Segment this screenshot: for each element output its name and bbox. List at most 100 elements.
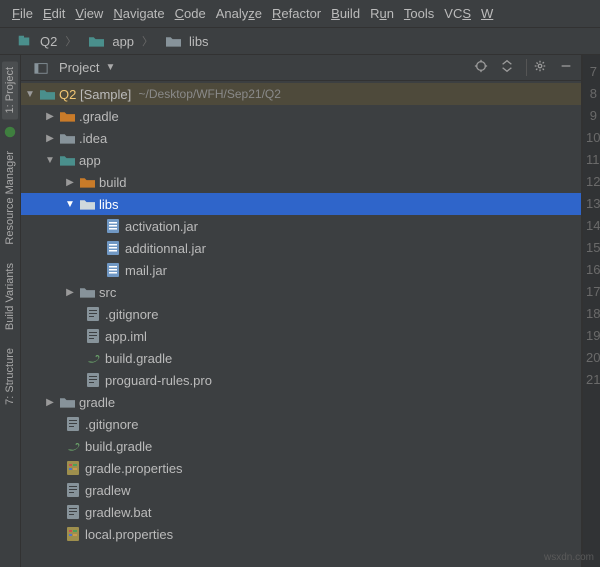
file-icon [85, 372, 101, 388]
gradle-icon [85, 350, 101, 366]
jar-icon [105, 262, 121, 278]
tree-build-gradle[interactable]: build.gradle [21, 347, 581, 369]
tree-local-properties[interactable]: local.properties [21, 523, 581, 545]
collapse-icon[interactable] [500, 59, 514, 76]
tree-item-label: .gitignore [85, 417, 138, 432]
menu-tools[interactable]: Tools [400, 4, 438, 23]
chevron-right-icon[interactable]: ▶ [65, 287, 75, 298]
breadcrumb-app[interactable]: app [80, 31, 138, 51]
rail-resource-manager[interactable]: Resource Manager [2, 145, 18, 251]
breadcrumb-root[interactable]: Q2 [8, 31, 61, 51]
tree-item-label: activation.jar [125, 219, 198, 234]
breadcrumb-sep-icon: 〉 [65, 33, 76, 49]
chevron-down-icon[interactable]: ▼ [105, 62, 115, 73]
chevron-down-icon[interactable]: ▼ [45, 155, 55, 166]
file-icon [85, 328, 101, 344]
chevron-right-icon[interactable]: ▶ [45, 111, 55, 122]
menu-window[interactable]: W [477, 4, 497, 23]
tree-root-gitignore[interactable]: .gitignore [21, 413, 581, 435]
folder-icon [88, 33, 104, 49]
tree-item-label: app [79, 153, 101, 168]
jar-icon [105, 218, 121, 234]
watermark: wsxdn.com [544, 552, 594, 563]
line-number: 13 [586, 193, 597, 215]
tree-item-label: .gitignore [105, 307, 158, 322]
tree-gitignore[interactable]: .gitignore [21, 303, 581, 325]
tree-gradlew-bat[interactable]: gradlew.bat [21, 501, 581, 523]
tree-libs[interactable]: ▼ libs [21, 193, 581, 215]
folder-icon [59, 394, 75, 410]
minimize-icon[interactable] [559, 59, 573, 76]
folder-icon [79, 174, 95, 190]
file-icon [65, 416, 81, 432]
module-icon [16, 33, 32, 49]
chevron-down-icon[interactable]: ▼ [25, 89, 35, 100]
tree-gradle-folder[interactable]: ▶ gradle [21, 391, 581, 413]
line-number: 17 [586, 281, 597, 303]
tree-root-build-gradle[interactable]: build.gradle [21, 435, 581, 457]
menu-build[interactable]: Build [327, 4, 364, 23]
folder-icon [59, 152, 75, 168]
chevron-right-icon[interactable]: ▶ [65, 177, 75, 188]
tree-mail-jar[interactable]: mail.jar [21, 259, 581, 281]
tree-proguard[interactable]: proguard-rules.pro [21, 369, 581, 391]
tree-item-label: build [99, 175, 126, 190]
menu-edit[interactable]: Edit [39, 4, 69, 23]
menu-run[interactable]: Run [366, 4, 398, 23]
gear-icon[interactable] [526, 59, 547, 76]
breadcrumb-root-label: Q2 [40, 34, 57, 49]
menu-navigate[interactable]: Navigate [109, 4, 168, 23]
tree-item-label: proguard-rules.pro [105, 373, 212, 388]
chevron-right-icon[interactable]: ▶ [45, 397, 55, 408]
tree-root-module: [Sample] [80, 87, 131, 102]
menu-analyze[interactable]: Analyze [212, 4, 266, 23]
tree-gradlew[interactable]: gradlew [21, 479, 581, 501]
tree-item-label: build.gradle [85, 439, 152, 454]
tree-item-label: mail.jar [125, 263, 167, 278]
rail-structure[interactable]: 7: Structure [2, 342, 18, 411]
line-number: 16 [586, 259, 597, 281]
tree-item-label: .idea [79, 131, 107, 146]
menu-vcs[interactable]: VCS [440, 4, 475, 23]
breadcrumb: Q2 〉 app 〉 libs [0, 28, 600, 55]
tree-build[interactable]: ▶ build [21, 171, 581, 193]
target-icon[interactable] [474, 59, 488, 76]
line-number: 19 [586, 325, 597, 347]
line-number: 15 [586, 237, 597, 259]
folder-icon [79, 196, 95, 212]
file-icon [65, 482, 81, 498]
rail-project[interactable]: 1: Project [2, 61, 18, 119]
line-number: 12 [586, 171, 597, 193]
menu-code[interactable]: Code [171, 4, 210, 23]
tree-gradle-properties[interactable]: gradle.properties [21, 457, 581, 479]
menu-file[interactable]: FFileile [8, 4, 37, 23]
tree-item-label: .gradle [79, 109, 119, 124]
menu-view[interactable]: View [71, 4, 107, 23]
line-number: 11 [586, 149, 597, 171]
breadcrumb-app-label: app [112, 34, 134, 49]
tree-src[interactable]: ▶ src [21, 281, 581, 303]
tree-idea-dir[interactable]: ▶ .idea [21, 127, 581, 149]
tree-app[interactable]: ▼ app [21, 149, 581, 171]
breadcrumb-libs-label: libs [189, 34, 209, 49]
tree-item-label: gradlew [85, 483, 131, 498]
file-icon [85, 306, 101, 322]
line-number: 18 [586, 303, 597, 325]
menu-refactor[interactable]: Refactor [268, 4, 325, 23]
panel-title[interactable]: Project [59, 60, 99, 75]
tree-root-name: Q2 [59, 87, 76, 102]
tree-app-iml[interactable]: app.iml [21, 325, 581, 347]
tree-additionnal-jar[interactable]: additionnal.jar [21, 237, 581, 259]
breadcrumb-libs[interactable]: libs [157, 31, 213, 51]
tree-activation-jar[interactable]: activation.jar [21, 215, 581, 237]
tree-root[interactable]: ▼ Q2 [Sample] ~/Desktop/WFH/Sep21/Q2 [21, 83, 581, 105]
tree-gradle-dir[interactable]: ▶ .gradle [21, 105, 581, 127]
chevron-right-icon[interactable]: ▶ [45, 133, 55, 144]
rail-build-variants[interactable]: Build Variants [2, 257, 18, 336]
module-icon [39, 86, 55, 102]
line-number: 9 [586, 105, 597, 127]
line-number: 14 [586, 215, 597, 237]
chevron-down-icon[interactable]: ▼ [65, 199, 75, 210]
tree-item-label: libs [99, 197, 119, 212]
tree-item-label: build.gradle [105, 351, 172, 366]
